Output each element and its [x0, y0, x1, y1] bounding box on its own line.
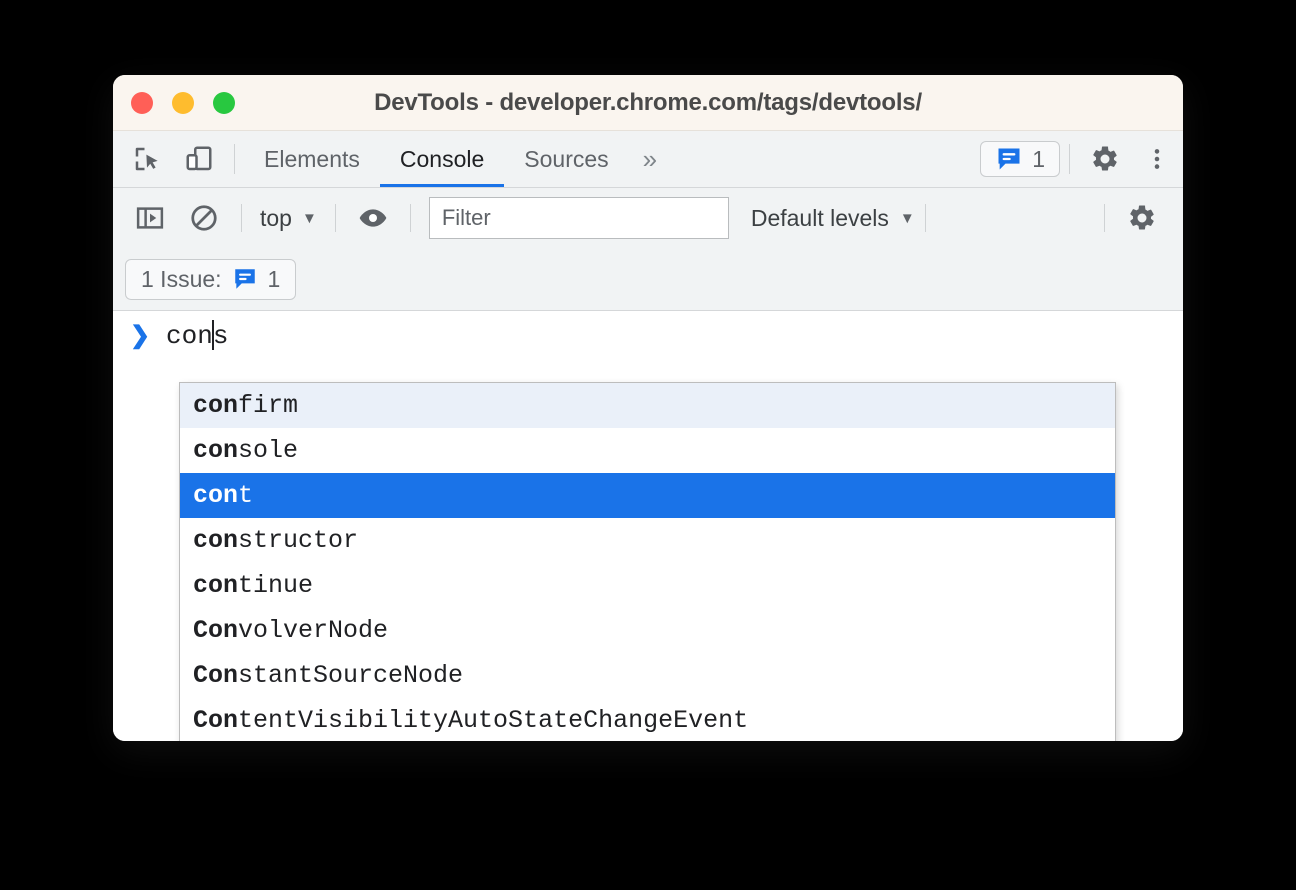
tab-sources[interactable]: Sources	[504, 131, 628, 187]
tab-console-label: Console	[400, 146, 484, 173]
autocomplete-item-suffix: volverNode	[238, 616, 388, 645]
tab-console[interactable]: Console	[380, 131, 504, 187]
tabbar-spacer	[671, 131, 980, 187]
device-toolbar-icon	[184, 144, 214, 174]
issues-badge-button[interactable]: 1	[980, 141, 1060, 177]
live-expression-button[interactable]	[346, 188, 400, 248]
autocomplete-dropdown[interactable]: confirm console cont constructor continu…	[179, 382, 1116, 741]
kebab-menu-icon	[1144, 146, 1170, 172]
issues-summary-button[interactable]: 1 Issue: 1	[125, 259, 296, 300]
clear-console-button[interactable]	[177, 188, 231, 248]
autocomplete-item[interactable]: ConvolverNode	[180, 608, 1115, 653]
minimize-window-button[interactable]	[172, 92, 194, 114]
console-toolbar-divider-1	[241, 204, 242, 232]
title-bar: DevTools - developer.chrome.com/tags/dev…	[113, 75, 1183, 131]
console-sidebar-toggle-button[interactable]	[123, 188, 177, 248]
console-toolbar-divider-5	[1104, 204, 1105, 232]
toolbar-divider-1	[234, 144, 235, 174]
tab-elements-label: Elements	[264, 146, 360, 173]
autocomplete-item[interactable]: ConstantSourceNode	[180, 653, 1115, 698]
issues-speech-bubble-icon	[995, 145, 1023, 173]
more-tabs-button[interactable]: »	[629, 131, 671, 187]
issues-bar: 1 Issue: 1	[113, 248, 1183, 311]
autocomplete-item-suffix: sole	[238, 436, 298, 465]
gear-icon	[1090, 144, 1120, 174]
console-prompt-input[interactable]: cons	[166, 320, 228, 351]
live-expression-eye-icon	[357, 202, 389, 234]
window-title: DevTools - developer.chrome.com/tags/dev…	[113, 89, 1183, 117]
issues-badge-count: 1	[1032, 146, 1045, 173]
prompt-text-after-caret: s	[213, 321, 229, 351]
console-prompt-row[interactable]: ❯ cons	[113, 311, 1183, 359]
autocomplete-item-prefix: Con	[193, 706, 238, 735]
gear-icon	[1127, 203, 1157, 233]
console-body: ❯ cons confirm console cont constructor …	[113, 311, 1183, 741]
autocomplete-item-prefix: con	[193, 481, 238, 510]
chevron-down-icon: ▼	[302, 211, 317, 226]
autocomplete-item[interactable]: ContentVisibilityAutoStateChangeEvent	[180, 698, 1115, 741]
traffic-lights	[131, 92, 235, 114]
log-levels-value: Default levels	[751, 205, 889, 232]
device-toolbar-button[interactable]	[173, 131, 225, 187]
autocomplete-item-suffix: stantSourceNode	[238, 661, 463, 690]
autocomplete-item-selected[interactable]: cont	[180, 473, 1115, 518]
autocomplete-item-prefix: Con	[193, 661, 238, 690]
autocomplete-item-suffix: firm	[238, 391, 298, 420]
console-toolbar-divider-4	[925, 204, 926, 232]
autocomplete-item-suffix: tentVisibilityAutoStateChangeEvent	[238, 706, 748, 735]
issues-summary-count: 1	[268, 266, 281, 293]
clear-console-icon	[189, 203, 219, 233]
autocomplete-item-suffix: t	[238, 481, 253, 510]
devtools-window: DevTools - developer.chrome.com/tags/dev…	[113, 75, 1183, 741]
main-tab-bar: Elements Console Sources »	[113, 131, 1183, 188]
prompt-text-before-caret: con	[166, 321, 213, 351]
prompt-chevron-icon: ❯	[130, 321, 166, 350]
console-settings-button[interactable]	[1115, 188, 1169, 248]
autocomplete-item-prefix: Con	[193, 616, 238, 645]
inspect-element-icon	[132, 144, 162, 174]
console-toolbar-divider-3	[410, 204, 411, 232]
console-sidebar-toggle-icon	[135, 203, 165, 233]
autocomplete-item[interactable]: continue	[180, 563, 1115, 608]
maximize-window-button[interactable]	[213, 92, 235, 114]
autocomplete-item-prefix: con	[193, 391, 238, 420]
autocomplete-item-suffix: structor	[238, 526, 358, 555]
issues-speech-bubble-icon	[232, 266, 258, 292]
chevron-down-icon: ▼	[900, 211, 915, 226]
autocomplete-item[interactable]: constructor	[180, 518, 1115, 563]
screenshot-stage: DevTools - developer.chrome.com/tags/dev…	[0, 0, 1296, 890]
execution-context-selector[interactable]: top ▼	[252, 205, 325, 232]
autocomplete-item-prefix: con	[193, 436, 238, 465]
tab-sources-label: Sources	[524, 146, 608, 173]
toolbar-divider-2	[1069, 144, 1070, 174]
autocomplete-item[interactable]: console	[180, 428, 1115, 473]
inspect-element-button[interactable]	[121, 131, 173, 187]
log-levels-selector[interactable]: Default levels ▼	[751, 205, 915, 232]
console-toolbar-divider-2	[335, 204, 336, 232]
autocomplete-item-suffix: tinue	[238, 571, 313, 600]
settings-button[interactable]	[1079, 131, 1131, 187]
console-toolbar: top ▼ Default levels ▼	[113, 188, 1183, 248]
more-options-button[interactable]	[1131, 131, 1183, 187]
autocomplete-item-prefix: con	[193, 571, 238, 600]
execution-context-value: top	[260, 205, 292, 232]
autocomplete-item-prefix: con	[193, 526, 238, 555]
autocomplete-item[interactable]: confirm	[180, 383, 1115, 428]
issues-summary-label: 1 Issue:	[141, 266, 222, 293]
tab-elements[interactable]: Elements	[244, 131, 380, 187]
filter-input[interactable]	[429, 197, 729, 239]
close-window-button[interactable]	[131, 92, 153, 114]
chevron-double-right-icon: »	[643, 144, 657, 175]
